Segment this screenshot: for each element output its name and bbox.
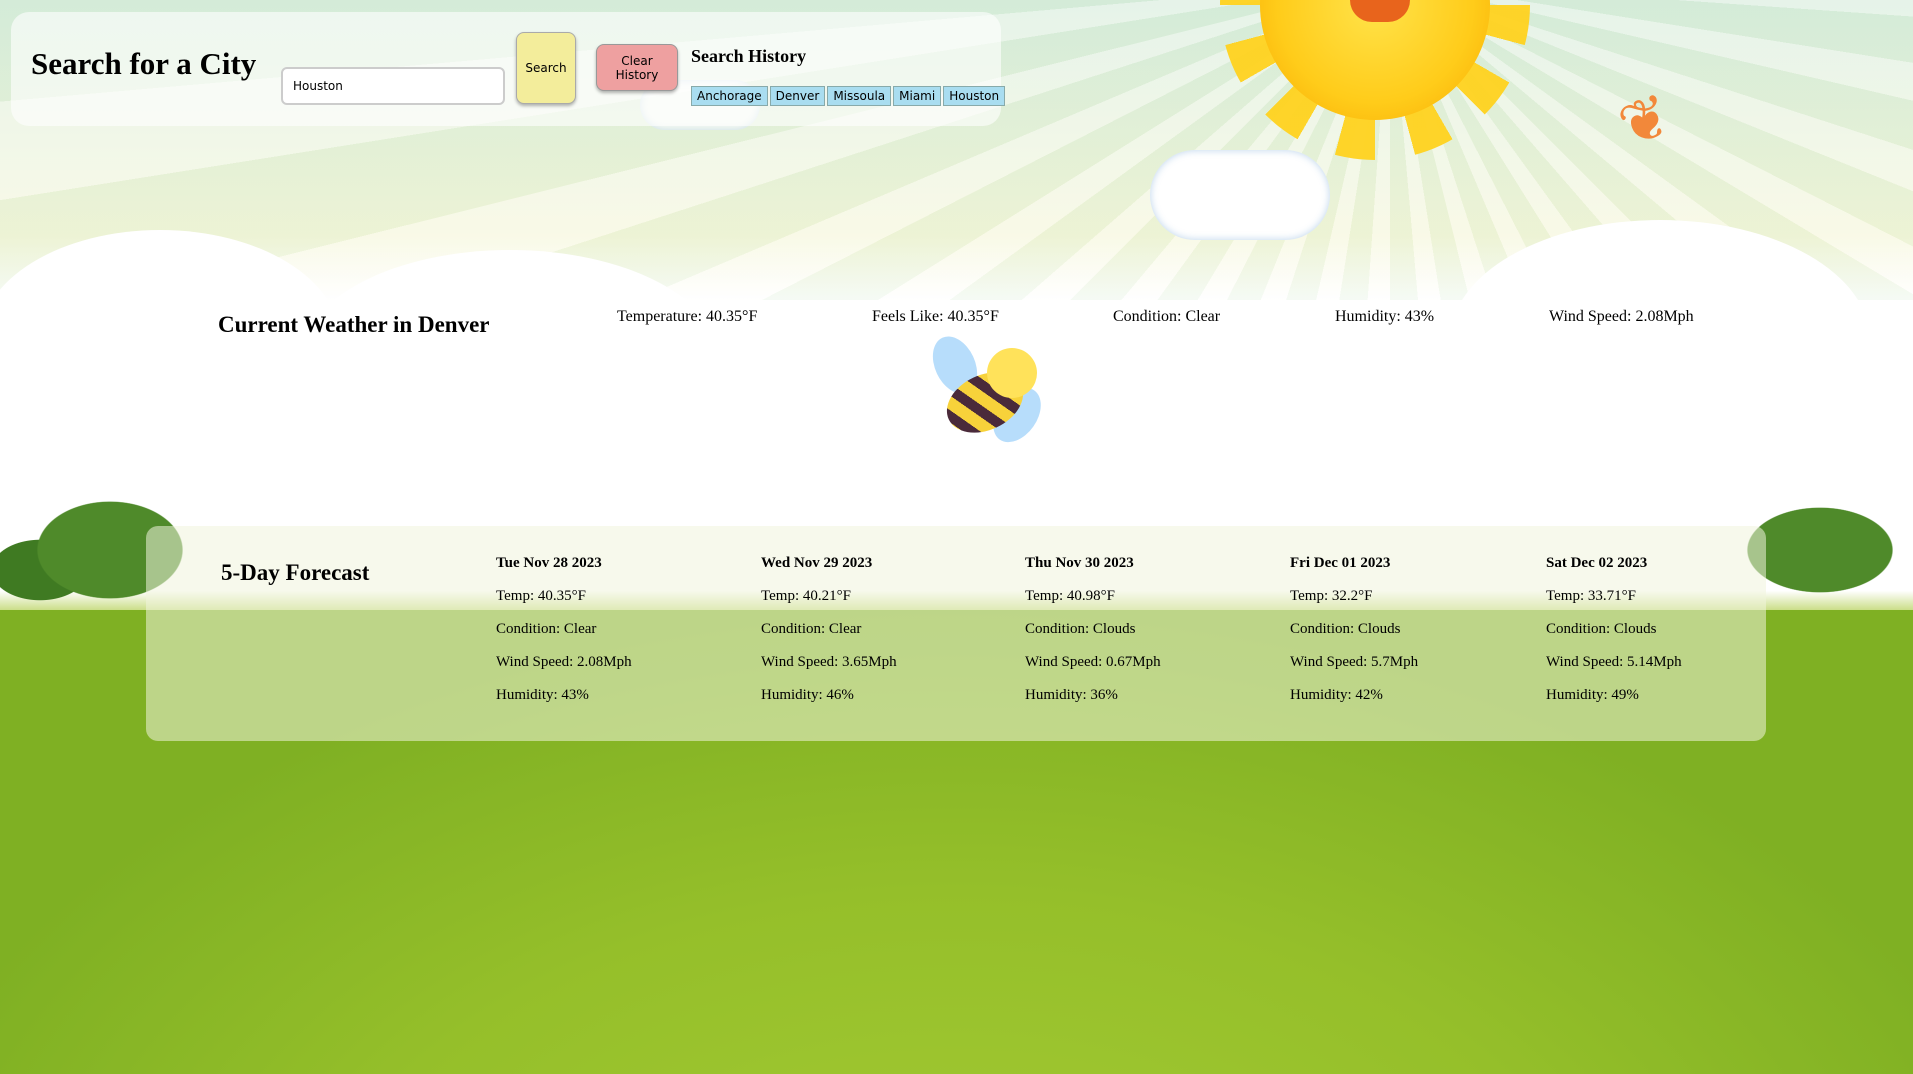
forecast-day: Tue Nov 28 2023 Temp: 40.35°F Condition:… <box>496 555 632 720</box>
background-cloud <box>300 250 720 470</box>
background-cloud <box>0 230 340 450</box>
history-item-anchorage[interactable]: Anchorage <box>691 86 768 106</box>
forecast-wind: Wind Speed: 2.08Mph <box>496 654 632 670</box>
forecast-humidity: Humidity: 36% <box>1025 687 1118 703</box>
city-search-input[interactable] <box>281 67 505 105</box>
forecast-condition: Condition: Clear <box>761 621 862 637</box>
bee-head <box>987 348 1037 398</box>
search-panel: Search for a City Search Clear History S… <box>11 12 1006 126</box>
forecast-title: 5-Day Forecast <box>221 560 370 585</box>
forecast-wind: Wind Speed: 5.14Mph <box>1546 654 1682 670</box>
forecast-day: Sat Dec 02 2023 Temp: 33.71°F Condition:… <box>1546 555 1682 720</box>
history-item-houston[interactable]: Houston <box>943 86 1006 106</box>
forecast-condition: Condition: Clear <box>496 621 597 637</box>
search-history-list: Anchorage Denver Missoula Miami Houston <box>691 86 1006 106</box>
current-temperature: Temperature: 40.35°F <box>617 308 758 325</box>
cloud-illustration <box>1150 150 1330 240</box>
forecast-day: Wed Nov 29 2023 Temp: 40.21°F Condition:… <box>761 555 897 720</box>
forecast-condition: Condition: Clouds <box>1290 621 1401 637</box>
history-item-denver[interactable]: Denver <box>769 86 826 106</box>
forecast-temp: Temp: 40.98°F <box>1025 588 1115 604</box>
forecast-date: Thu Nov 30 2023 <box>1025 555 1134 571</box>
forecast-panel <box>146 526 1766 741</box>
bee-illustration <box>924 329 1055 460</box>
search-button[interactable]: Search <box>516 32 576 104</box>
forecast-day: Fri Dec 01 2023 Temp: 32.2°F Condition: … <box>1290 555 1418 720</box>
forecast-humidity: Humidity: 49% <box>1546 687 1639 703</box>
forecast-humidity: Humidity: 42% <box>1290 687 1383 703</box>
clear-history-button[interactable]: Clear History <box>596 44 678 91</box>
current-wind-speed: Wind Speed: 2.08Mph <box>1549 308 1694 325</box>
forecast-condition: Condition: Clouds <box>1546 621 1657 637</box>
current-weather-title: Current Weather in Denver <box>218 312 490 337</box>
search-history-title: Search History <box>691 46 807 66</box>
background-cloud <box>1450 220 1870 460</box>
forecast-temp: Temp: 33.71°F <box>1546 588 1636 604</box>
forecast-temp: Temp: 40.21°F <box>761 588 851 604</box>
forecast-date: Wed Nov 29 2023 <box>761 555 873 571</box>
forecast-humidity: Humidity: 43% <box>496 687 589 703</box>
forecast-wind: Wind Speed: 0.67Mph <box>1025 654 1161 670</box>
history-item-miami[interactable]: Miami <box>893 86 942 106</box>
forecast-date: Fri Dec 01 2023 <box>1290 555 1391 571</box>
forecast-condition: Condition: Clouds <box>1025 621 1136 637</box>
forecast-humidity: Humidity: 46% <box>761 687 854 703</box>
current-condition: Condition: Clear <box>1113 308 1221 325</box>
forecast-temp: Temp: 32.2°F <box>1290 588 1373 604</box>
current-humidity: Humidity: 43% <box>1335 308 1435 325</box>
history-item-missoula[interactable]: Missoula <box>827 86 892 106</box>
forecast-wind: Wind Speed: 3.65Mph <box>761 654 897 670</box>
search-title: Search for a City <box>31 46 257 81</box>
forecast-day: Thu Nov 30 2023 Temp: 40.98°F Condition:… <box>1025 555 1161 720</box>
forecast-temp: Temp: 40.35°F <box>496 588 586 604</box>
current-feels-like: Feels Like: 40.35°F <box>872 308 999 325</box>
forecast-date: Sat Dec 02 2023 <box>1546 555 1648 571</box>
forecast-wind: Wind Speed: 5.7Mph <box>1290 654 1419 670</box>
forecast-date: Tue Nov 28 2023 <box>496 555 602 571</box>
